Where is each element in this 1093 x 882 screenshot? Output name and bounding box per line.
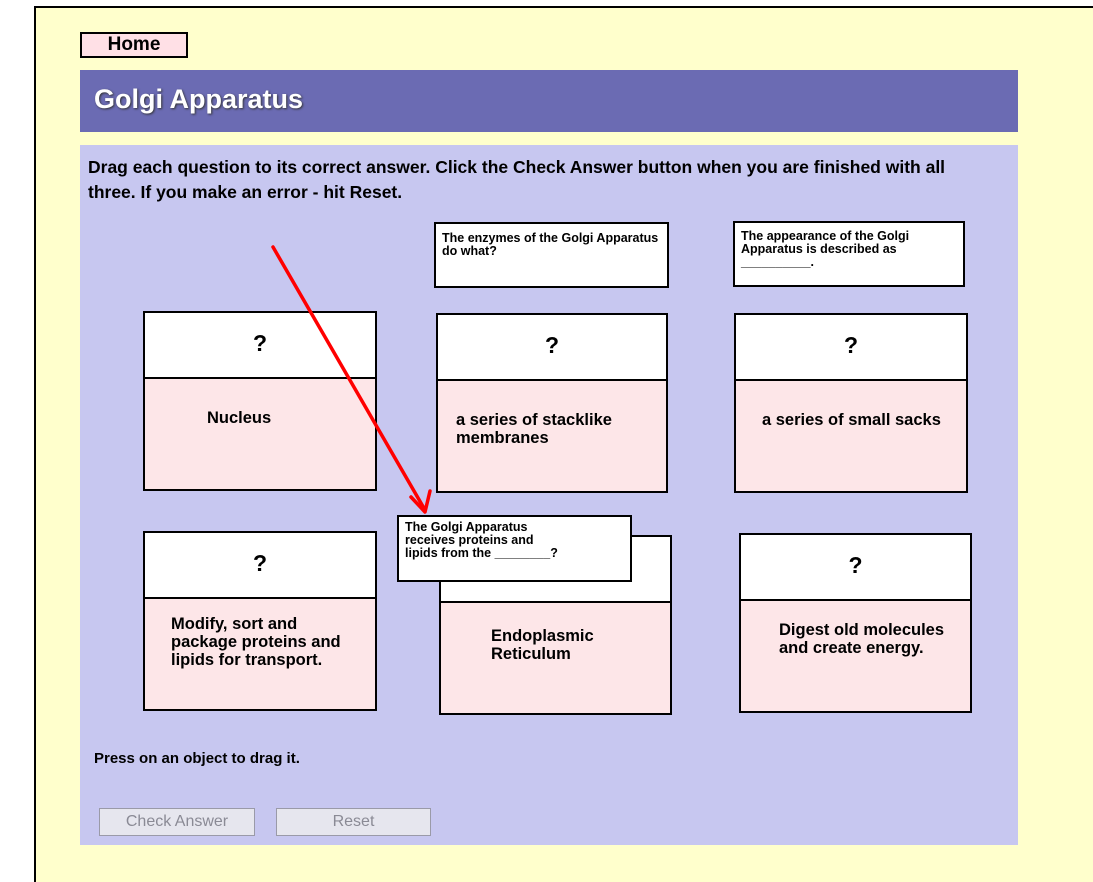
check-answer-button[interactable]: Check Answer [99,808,255,836]
drag-hint: Press on an object to drag it. [94,750,300,767]
reset-button[interactable]: Reset [276,808,431,836]
